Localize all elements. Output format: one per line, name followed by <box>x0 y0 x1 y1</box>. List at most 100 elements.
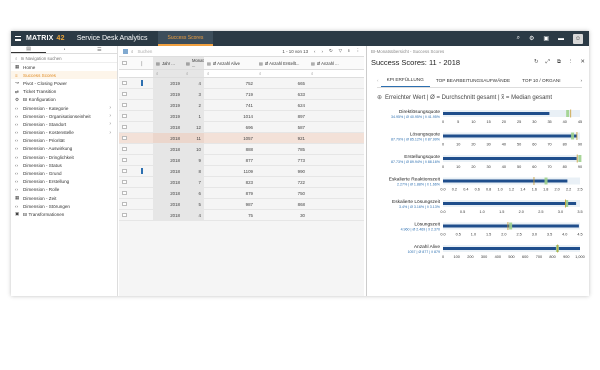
sidebar-item-16[interactable]: ▦ Dimension - Zeit <box>11 194 117 202</box>
cell-jahr: 2018 <box>153 122 183 132</box>
table-row[interactable]: 2019 4 752 665 <box>119 78 364 89</box>
sidebar-item-6[interactable]: ‹› Dimension - Organisationseinheit › <box>11 112 117 120</box>
row-checkbox[interactable] <box>122 157 127 163</box>
download-icon[interactable]: ⭳ <box>348 47 350 55</box>
sidebar-item-12[interactable]: ‹› Dimension - Status <box>11 161 117 169</box>
sidebar-item-8[interactable]: ‹› Dimension - Kostenstelle › <box>11 129 117 137</box>
refresh-icon[interactable]: ↻ <box>534 59 539 66</box>
sidebar-item-15[interactable]: ‹› Dimension - Rolle <box>11 186 117 194</box>
row-checkbox[interactable] <box>122 113 127 119</box>
table-row[interactable]: 2019 1 1014 897 <box>119 111 364 122</box>
row-checkbox[interactable] <box>122 190 127 196</box>
table-row[interactable]: 2018 10 888 785 <box>119 144 364 155</box>
menu-icon[interactable] <box>15 36 21 41</box>
search-icon[interactable]: ⌕ <box>517 35 520 42</box>
sidebar-item-9[interactable]: ‹› Dimension - Priorität <box>11 137 117 145</box>
table-row[interactable]: 2018 7 823 722 <box>119 177 364 188</box>
column-header-alive[interactable]: ▤ Ø Anzahl Alive <box>204 57 256 69</box>
sidebar-item-17[interactable]: ‹› Dimension - Störungen <box>11 202 117 210</box>
cell-monat: 10 <box>183 144 204 154</box>
chevron-right-icon[interactable]: › <box>109 130 111 136</box>
tick-label: 0.0 <box>440 233 445 237</box>
sidebar-tab-favorites[interactable]: ☰ <box>82 47 117 53</box>
row-checkbox-cell <box>119 144 131 154</box>
table-row[interactable]: 2018 8 1109 990 <box>119 166 364 177</box>
chat-icon[interactable]: ▬ <box>558 36 564 42</box>
sidebar-item-10[interactable]: ‹› Dimension - Auswirkung <box>11 145 117 153</box>
filter-icon[interactable]: ▽ <box>339 48 342 54</box>
table-row[interactable]: 2019 2 741 624 <box>119 100 364 111</box>
filter-alive[interactable]: ⌕ <box>204 70 256 77</box>
settings-icon[interactable]: ⚙ <box>529 35 534 42</box>
filter-jahr[interactable]: ⌕ <box>153 70 183 77</box>
next-page-icon[interactable]: › <box>322 49 323 54</box>
chevron-right-icon[interactable]: › <box>109 121 111 127</box>
camera-icon[interactable]: ▣ <box>543 35 549 42</box>
sidebar-item-1[interactable]: ≡ Success Scores <box>11 71 117 80</box>
chevron-right-icon[interactable]: › <box>109 113 111 119</box>
row-checkbox[interactable] <box>122 212 127 218</box>
row-checkbox[interactable] <box>122 179 127 185</box>
sidebar-search-input[interactable] <box>20 55 101 61</box>
popout-icon[interactable]: ⧉ <box>557 59 561 66</box>
sidebar-item-18[interactable]: ▣ BI Transformationen <box>11 210 117 218</box>
tab-kpi-erfuellung[interactable]: KPI ERFÜLLUNG <box>380 73 430 87</box>
expand-icon[interactable]: ⤢ <box>546 59 550 66</box>
tab-top-bearbeitungsaufwaende[interactable]: TOP BEARBEITUNGSAUFWÄNDE <box>430 73 516 87</box>
close-icon[interactable]: ✕ <box>580 59 585 66</box>
row-checkbox[interactable] <box>122 201 127 207</box>
sidebar-item-7[interactable]: ‹› Dimension - Standort › <box>11 120 117 128</box>
tab-success-scores[interactable]: Success Scores <box>157 31 214 46</box>
tabs-next-icon[interactable]: › <box>580 78 582 83</box>
column-header-more[interactable]: ▤ Ø Anzahl ... <box>308 57 348 69</box>
row-checkbox[interactable] <box>122 146 127 152</box>
sidebar-item-4[interactable]: ⚙ BI Konfiguration <box>11 96 117 104</box>
row-checkbox[interactable] <box>122 91 127 97</box>
row-checkbox[interactable] <box>122 80 127 86</box>
chevron-right-icon[interactable]: › <box>109 105 111 111</box>
select-all-checkbox[interactable] <box>122 60 127 66</box>
more-icon[interactable]: ⋮ <box>568 59 574 66</box>
refresh-icon[interactable]: ↻ <box>329 48 333 54</box>
sidebar-tab-history[interactable]: ◔ <box>46 47 81 53</box>
filter-more[interactable]: ⌕ <box>308 70 348 77</box>
sidebar-item-2[interactable]: ↝ Pivot - Closing Power <box>11 79 117 87</box>
sidebar-item-5[interactable]: ‹› Dimension - Kategorie › <box>11 104 117 112</box>
tick-label: 3.5 <box>547 233 552 237</box>
table-row[interactable]: 2018 11 1057 921 <box>119 133 364 144</box>
sidebar-search[interactable]: ⌕ <box>11 54 117 63</box>
more-icon[interactable]: ⋮ <box>356 48 360 54</box>
sidebar-item-14[interactable]: ‹› Dimension - Erstellung <box>11 178 117 186</box>
code-icon: ‹› <box>15 146 18 152</box>
cell-more <box>308 144 348 154</box>
row-checkbox[interactable] <box>122 168 127 174</box>
row-checkbox[interactable] <box>122 135 127 141</box>
tick-label: 90 <box>578 165 582 169</box>
table-row[interactable]: 2018 9 877 773 <box>119 155 364 166</box>
sidebar-item-0[interactable]: ▦ Home <box>11 63 117 71</box>
grid-search-input[interactable]: Suchen <box>137 49 152 54</box>
column-header-jahr[interactable]: ▤ Jahr ... <box>153 57 183 69</box>
prev-page-icon[interactable]: ‹ <box>314 49 315 54</box>
table-row[interactable]: 2019 3 719 633 <box>119 89 364 100</box>
table-row[interactable]: 2018 12 696 587 <box>119 122 364 133</box>
column-header-erstellt[interactable]: ▤ Ø Anzahl Erstellt... <box>256 57 308 69</box>
cell-monat: 8 <box>183 166 204 176</box>
tabs-prev-icon[interactable]: ‹ <box>377 78 379 83</box>
sidebar-tab-navigation[interactable]: ▤ <box>11 46 47 53</box>
row-checkbox[interactable] <box>122 102 127 108</box>
sidebar-item-13[interactable]: ‹› Dimension - Grund <box>11 169 117 177</box>
row-checkbox[interactable] <box>122 124 127 130</box>
grid-select-icon[interactable] <box>123 48 128 54</box>
table-row[interactable]: 2018 4 75 30 <box>119 210 364 221</box>
tab-top10-organi[interactable]: TOP 10 / ORGANI <box>516 73 566 87</box>
filter-erstellt[interactable]: ⌕ <box>256 70 308 77</box>
table-row[interactable]: 2018 6 879 750 <box>119 188 364 199</box>
tick-label: 30 <box>487 165 491 169</box>
table-row[interactable]: 2018 5 987 868 <box>119 199 364 210</box>
column-header-monat[interactable]: ▤ Monat ... <box>183 57 204 69</box>
avatar[interactable]: ☺ <box>573 33 583 44</box>
sidebar-item-11[interactable]: ‹› Dimension - Dringlichkeit <box>11 153 117 161</box>
sidebar-item-3[interactable]: ⇄ Ticket Transition <box>11 88 117 96</box>
filter-monat[interactable]: ⌕ <box>183 70 204 77</box>
